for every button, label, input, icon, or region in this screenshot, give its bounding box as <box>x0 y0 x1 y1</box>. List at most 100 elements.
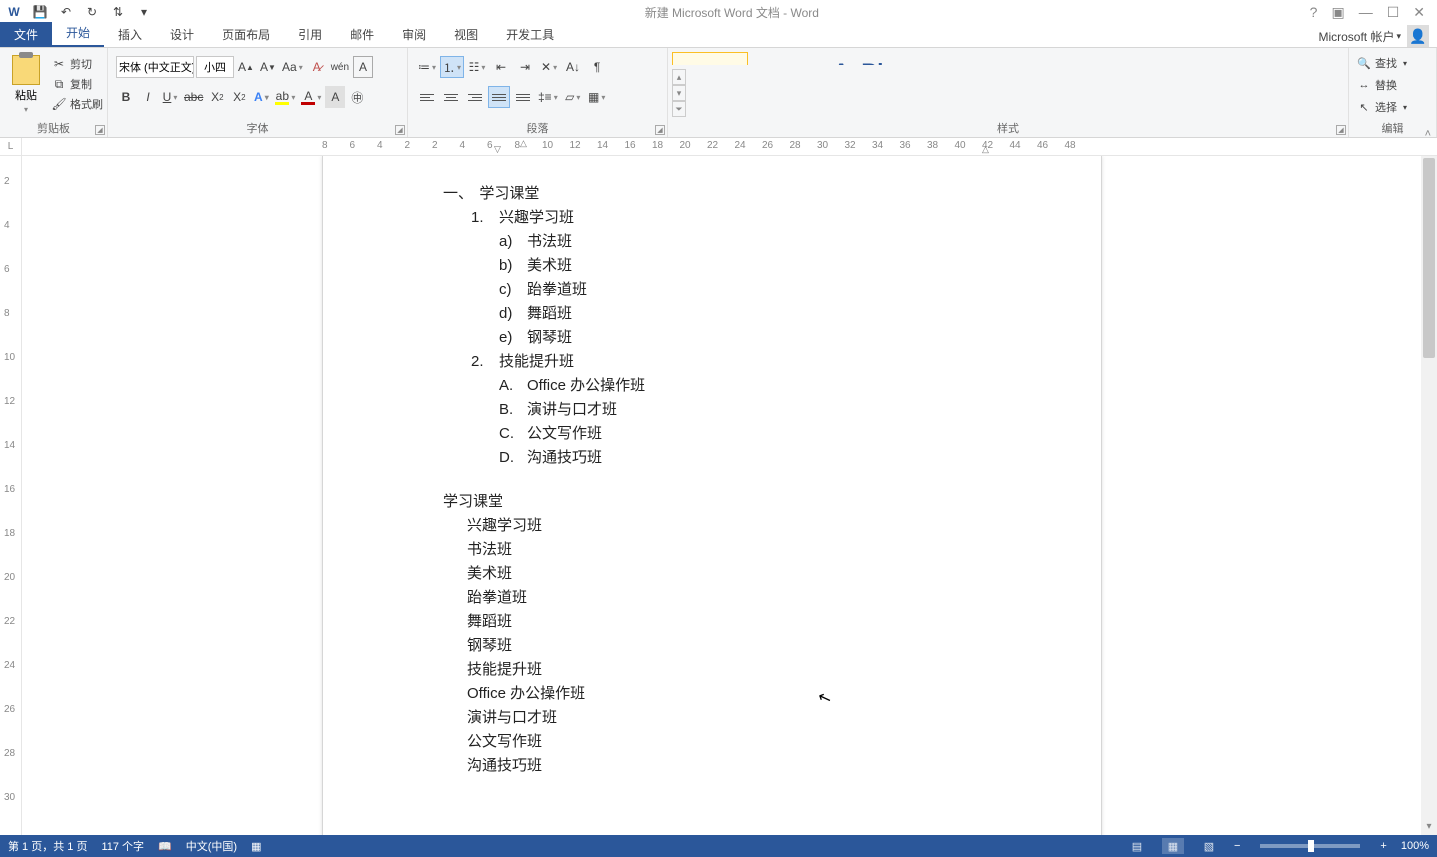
macro-status[interactable]: ▦ <box>251 840 261 853</box>
character-border-button[interactable]: A <box>353 56 373 78</box>
touch-mode-button[interactable]: ⇅ <box>108 2 128 22</box>
character-shading-button[interactable]: A <box>325 86 345 108</box>
tab-insert[interactable]: 插入 <box>104 22 156 47</box>
page-number-status[interactable]: 第 1 页，共 1 页 <box>8 838 87 854</box>
cut-button[interactable]: ✂剪切 <box>52 56 103 72</box>
close-button[interactable]: ✕ <box>1413 4 1425 21</box>
tab-review[interactable]: 审阅 <box>388 22 440 47</box>
align-center-button[interactable] <box>440 86 462 108</box>
styles-dialog-launcher[interactable]: ◢ <box>1336 125 1346 135</box>
tab-mailings[interactable]: 邮件 <box>336 22 388 47</box>
paste-button[interactable]: 粘贴 ▾ <box>4 50 48 118</box>
language-status[interactable]: 中文(中国) <box>186 838 237 854</box>
minimize-button[interactable]: — <box>1359 4 1373 21</box>
phonetic-guide-button[interactable]: wén <box>329 56 351 78</box>
scroll-thumb[interactable] <box>1423 158 1435 358</box>
word-count-status[interactable]: 117 个字 <box>101 838 144 854</box>
redo-button[interactable]: ↻ <box>82 2 102 22</box>
multilevel-list-button[interactable]: ☷ <box>466 56 488 78</box>
change-case-button[interactable]: Aa <box>280 56 305 78</box>
style-gallery-up[interactable]: ▴ <box>672 69 686 85</box>
first-line-indent-marker[interactable]: ▽ <box>494 144 504 152</box>
style-item-4[interactable]: AaBbC标题 <box>976 52 1052 65</box>
style-item-0[interactable]: AaBbCcDd正文 <box>672 52 748 65</box>
ribbon-display-button[interactable]: ▣ <box>1331 4 1344 21</box>
hanging-indent-marker[interactable]: △ <box>520 138 530 146</box>
strikethrough-button[interactable]: abc <box>182 86 205 108</box>
page[interactable]: 一、 学习课堂1.兴趣学习班a)书法班b)美术班c)跆拳道班d)舞蹈班e)钢琴班… <box>322 156 1102 835</box>
format-painter-button[interactable]: 🖌格式刷 <box>52 96 103 112</box>
account-area[interactable]: Microsoft 帐户 ▾ 👤 <box>568 25 1437 47</box>
style-item-3[interactable]: AaBbC标题 2 <box>900 52 976 65</box>
tab-view[interactable]: 视图 <box>440 22 492 47</box>
style-item-6[interactable]: AaBbCcDd不明显强调 <box>1128 52 1204 65</box>
style-item-5[interactable]: AaBbC副标题 <box>1052 52 1128 65</box>
style-gallery-more[interactable]: ⏷ <box>672 101 686 117</box>
proofing-status[interactable]: 📖 <box>158 840 172 853</box>
show-marks-button[interactable]: ¶ <box>586 56 608 78</box>
asian-layout-button[interactable]: ✕ <box>538 56 560 78</box>
sort-button[interactable]: A↓ <box>562 56 584 78</box>
justify-button[interactable] <box>488 86 510 108</box>
save-button[interactable]: 💾 <box>30 2 50 22</box>
zoom-in-button[interactable]: + <box>1380 840 1386 852</box>
style-item-2[interactable]: AaBb标题 1 <box>824 52 900 65</box>
select-button[interactable]: ↖选择▾ <box>1353 96 1432 118</box>
scroll-down-arrow[interactable]: ▾ <box>1421 821 1437 835</box>
clear-formatting-button[interactable]: A̷ <box>307 56 327 78</box>
tab-home[interactable]: 开始 <box>52 20 104 47</box>
style-gallery-down[interactable]: ▾ <box>672 85 686 101</box>
superscript-button[interactable]: X2 <box>229 86 249 108</box>
vertical-scrollbar[interactable]: ▴ ▾ <box>1421 156 1437 835</box>
shrink-font-button[interactable]: A▼ <box>258 56 278 78</box>
copy-button[interactable]: ⧉复制 <box>52 76 103 92</box>
distributed-button[interactable] <box>512 86 534 108</box>
tab-selector[interactable]: L <box>0 138 22 155</box>
vertical-ruler[interactable]: 24681012141618202224262830 <box>0 156 22 835</box>
style-item-1[interactable]: AaBbCcDd无间隔 <box>748 52 824 65</box>
enclose-characters-button[interactable]: ㊥ <box>347 86 367 108</box>
decrease-indent-button[interactable]: ⇤ <box>490 56 512 78</box>
tab-references[interactable]: 引用 <box>284 22 336 47</box>
bold-button[interactable]: B <box>116 86 136 108</box>
help-button[interactable]: ? <box>1310 4 1318 21</box>
read-mode-button[interactable]: ▤ <box>1126 838 1148 854</box>
tab-developer[interactable]: 开发工具 <box>492 22 568 47</box>
font-dialog-launcher[interactable]: ◢ <box>395 125 405 135</box>
underline-button[interactable]: U <box>160 86 180 108</box>
zoom-slider-knob[interactable] <box>1308 840 1314 852</box>
maximize-button[interactable]: ☐ <box>1387 4 1400 21</box>
subscript-button[interactable]: X2 <box>207 86 227 108</box>
web-layout-button[interactable]: ▧ <box>1198 838 1220 854</box>
clipboard-dialog-launcher[interactable]: ◢ <box>95 125 105 135</box>
style-item-7[interactable]: AaBbCcDd强调 <box>1204 52 1280 65</box>
align-left-button[interactable] <box>416 86 438 108</box>
paragraph-dialog-launcher[interactable]: ◢ <box>655 125 665 135</box>
align-right-button[interactable] <box>464 86 486 108</box>
print-layout-button[interactable]: ▦ <box>1162 838 1184 854</box>
tab-layout[interactable]: 页面布局 <box>208 22 284 47</box>
line-spacing-button[interactable]: ‡≡ <box>536 86 560 108</box>
italic-button[interactable]: I <box>138 86 158 108</box>
bullets-button[interactable]: ≔ <box>416 56 438 78</box>
zoom-slider[interactable] <box>1260 844 1360 848</box>
undo-button[interactable]: ↶ <box>56 2 76 22</box>
font-color-button[interactable]: A <box>299 86 323 108</box>
app-icon[interactable]: W <box>4 2 24 22</box>
borders-button[interactable]: ▦ <box>586 86 608 108</box>
shading-button[interactable]: ▱ <box>562 86 584 108</box>
text-effects-button[interactable]: A <box>251 86 271 108</box>
find-button[interactable]: 🔍查找▾ <box>1353 52 1432 74</box>
font-name-combo[interactable]: 宋体 (中文正文) <box>116 56 194 78</box>
qat-customize-dropdown[interactable]: ▾ <box>134 2 154 22</box>
tab-design[interactable]: 设计 <box>156 22 208 47</box>
zoom-level[interactable]: 100% <box>1401 840 1429 852</box>
highlight-button[interactable]: ab <box>273 86 297 108</box>
zoom-out-button[interactable]: − <box>1234 840 1240 852</box>
grow-font-button[interactable]: A▲ <box>236 56 256 78</box>
font-size-combo[interactable]: 小四 <box>196 56 234 78</box>
horizontal-ruler[interactable]: ▽ △ △ 8642246810121416182022242628303234… <box>322 138 1437 155</box>
tab-file[interactable]: 文件 <box>0 22 52 47</box>
replace-button[interactable]: ↔替换 <box>1353 74 1432 96</box>
increase-indent-button[interactable]: ⇥ <box>514 56 536 78</box>
